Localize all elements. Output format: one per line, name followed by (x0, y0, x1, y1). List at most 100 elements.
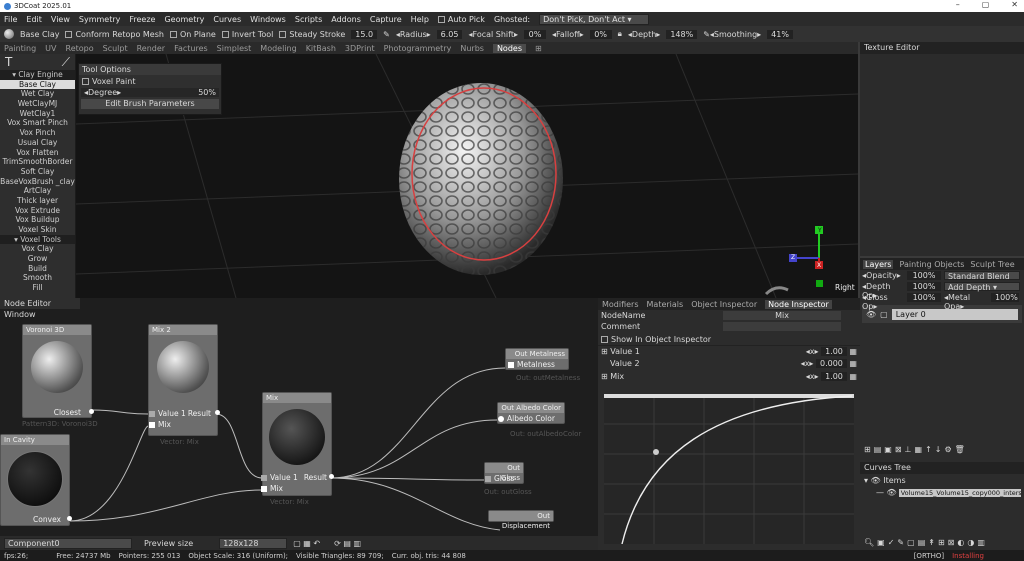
undo-arrow-icon[interactable] (764, 286, 789, 296)
tab-simplest[interactable]: Simplest (217, 44, 252, 53)
component-dropdown[interactable]: Component0 (4, 537, 132, 549)
gloss-op-value[interactable]: 100% (907, 293, 941, 302)
tab-materials[interactable]: Materials (647, 300, 684, 309)
tab-retopo[interactable]: Retopo (66, 44, 94, 53)
layer-toolbar[interactable]: ⊞ ▤ ▣ ⊠ ⊥ ▦ ↑ ↓ ⚙ 🗑︎ (864, 445, 965, 454)
node-editor-window[interactable]: Node Editor Window Voronoi 3D Closest Pa… (0, 298, 598, 536)
depth-op-value[interactable]: 100% (907, 282, 941, 291)
add-tab-icon[interactable]: ⊞ (535, 44, 542, 53)
menu-file[interactable]: File (4, 15, 17, 24)
tab-uv[interactable]: UV (45, 44, 56, 53)
brush-stroke-icon[interactable]: ⟋ (62, 55, 70, 70)
depth-label[interactable]: ◂Depth▸ (628, 30, 660, 39)
depth-value[interactable]: 148% (666, 29, 698, 39)
brush-item[interactable]: ArtClay (0, 186, 75, 196)
steady-value[interactable]: 15.0 (351, 29, 378, 39)
node-in-cavity[interactable]: In Cavity Convex (0, 434, 72, 526)
opacity-value[interactable]: 100% (907, 271, 941, 280)
brush-item[interactable]: Thick layer (0, 196, 75, 206)
edit-brush-params-button[interactable]: Edit Brush Parameters (81, 99, 219, 109)
output-port[interactable] (67, 516, 72, 521)
menu-symmetry[interactable]: Symmetry (79, 15, 120, 24)
depth-op-label[interactable]: ◂Depth Op▸ (862, 282, 904, 300)
smoothing-label[interactable]: ✎◂Smoothing▸ (703, 30, 761, 39)
ghosted-dropdown[interactable]: Don't Pick, Don't Act ▾ (539, 13, 650, 25)
tab-layers[interactable]: Layers (863, 259, 894, 269)
tab-node-inspector[interactable]: Node Inspector (765, 299, 832, 309)
view-name[interactable]: Right (835, 283, 855, 292)
focal-label[interactable]: ◂Focal Shift▸ (468, 30, 518, 39)
input-metalness[interactable]: Metalness (508, 360, 555, 369)
opacity-label[interactable]: ◂Opacity▸ (862, 271, 904, 280)
input-value1[interactable]: Value 1 (261, 473, 298, 482)
brush-item[interactable]: Voxel Skin (0, 225, 75, 235)
curves-tree-root[interactable]: ▾ 👁︎ Items (864, 476, 906, 485)
input-value1[interactable]: Value 1 (149, 409, 186, 418)
metal-op-value[interactable]: 100% (991, 293, 1019, 302)
node-voronoi[interactable]: Voronoi 3D Closest (22, 324, 94, 418)
node-name-input[interactable]: Mix (723, 311, 841, 320)
brush-item[interactable]: TrimSmoothBorder (0, 157, 75, 167)
tab-nodes[interactable]: Nodes (492, 43, 526, 53)
menu-scripts[interactable]: Scripts (295, 15, 322, 24)
brush-item[interactable]: Fill (0, 283, 75, 293)
tab-factures[interactable]: Factures (174, 44, 208, 53)
output-port[interactable] (329, 474, 334, 479)
falloff-value[interactable]: 0% (589, 29, 612, 39)
brush-item[interactable]: Vox Smart Pinch (0, 118, 75, 128)
minimize-icon[interactable]: – (956, 0, 960, 9)
value1-row[interactable]: ⊞ Value 1 ◂x▸ 1.00 ▦ (598, 345, 860, 358)
tab-modeling[interactable]: Modeling (260, 44, 296, 53)
brush-item[interactable]: WetClayMJ (0, 99, 75, 109)
curves-toolbar[interactable]: 🔍︎ ▣ ✓ ✎ ▢ ▤ ↟ ⊞ ⊠ ◐ ◑ ▥ (864, 538, 985, 547)
blend-mode-dropdown[interactable]: Standard Blend ▾ (944, 271, 1020, 290)
brush-item[interactable]: Build (0, 264, 75, 274)
input-gloss[interactable]: Gloss (485, 474, 514, 483)
node-out-displacement[interactable]: Out Displacement (488, 510, 554, 530)
brush-item[interactable]: Base Clay (0, 79, 75, 90)
brush-item[interactable]: Soft Clay (0, 167, 75, 177)
brush-group-header[interactable]: ▾ Clay Engine (0, 70, 75, 80)
menu-addons[interactable]: Addons (331, 15, 361, 24)
auto-pick-toggle[interactable]: Auto Pick (437, 15, 485, 24)
depth-mode-dropdown[interactable]: Add Depth ▾ (944, 282, 1020, 292)
steady-stroke-toggle[interactable]: Steady Stroke (279, 30, 345, 39)
mix-row[interactable]: ⊞ Mix ◂x▸ 1.00 ▦ (598, 371, 860, 384)
brush-item[interactable]: WetClay1 (0, 109, 75, 119)
node-out-metalness[interactable]: Out Metalness Metalness (505, 348, 569, 370)
brush-item[interactable]: Smooth (0, 273, 75, 283)
comment-input[interactable] (723, 322, 841, 331)
tab-kitbash[interactable]: KitBash (306, 44, 336, 53)
brush-item[interactable]: Vox Buildup (0, 215, 75, 225)
menu-geometry[interactable]: Geometry (164, 15, 204, 24)
menu-freeze[interactable]: Freeze (129, 15, 155, 24)
maximize-icon[interactable]: ▢ (982, 0, 990, 9)
brush-group-header[interactable]: ▾ Voxel Tools (0, 234, 75, 245)
lock-layer-icon[interactable]: ▢ (880, 310, 888, 319)
layer-row[interactable]: 👁︎ ▢ Layer 0 (862, 305, 1022, 323)
brush-item[interactable]: Vox Clay (0, 244, 75, 254)
curve-control-point[interactable] (653, 449, 659, 455)
preview-size-dropdown[interactable]: 128x128 (219, 537, 288, 549)
node-out-gloss[interactable]: Out Gloss Gloss (484, 462, 524, 484)
tab-nurbs[interactable]: Nurbs (460, 44, 484, 53)
close-icon[interactable]: ✕ (1011, 0, 1018, 9)
curve-editor[interactable] (604, 394, 854, 544)
tab-photogrammetry[interactable]: Photogrammetry (384, 44, 452, 53)
smoothing-value[interactable]: 41% (767, 29, 793, 39)
value1-value[interactable]: 1.00 (821, 347, 847, 356)
menu-edit[interactable]: Edit (26, 15, 42, 24)
brush-item[interactable]: Vox Pinch (0, 128, 75, 138)
brush-item[interactable]: Vox Flatten (0, 148, 75, 158)
footer-icons[interactable]: ▢ ▦ ↶ (293, 539, 320, 548)
tab-painting[interactable]: Painting (4, 44, 36, 53)
input-mix[interactable]: Mix (149, 420, 171, 429)
brush-item[interactable]: Vox Extrude (0, 206, 75, 216)
eye-icon[interactable]: 👁︎ (866, 310, 876, 319)
menu-windows[interactable]: Windows (250, 15, 286, 24)
input-albedo[interactable]: Albedo Color (498, 414, 555, 423)
curves-tree-item[interactable]: — 👁︎ Volume15_Volume15_copy000_intersect (876, 488, 1021, 497)
degree-slider[interactable]: ◂Degree▸ 50% (81, 88, 219, 97)
brush-item[interactable]: Wet Clay (0, 89, 75, 99)
text-tool-icon[interactable]: T (5, 55, 12, 69)
